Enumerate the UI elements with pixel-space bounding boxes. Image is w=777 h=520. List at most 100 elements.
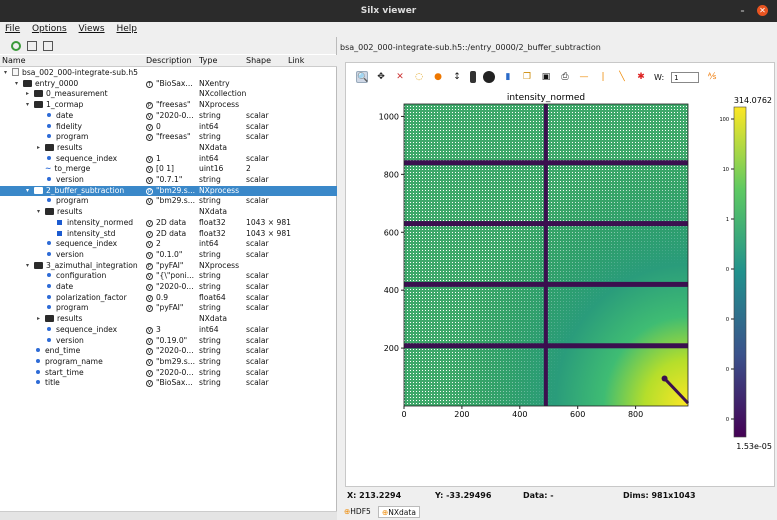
attribute-icon: V xyxy=(146,369,153,377)
description-text: "0.1.0" xyxy=(156,249,183,259)
menu-file[interactable]: File xyxy=(5,24,20,34)
col-type[interactable]: Type xyxy=(199,56,217,65)
expand-arrow-icon[interactable]: ▾ xyxy=(37,207,40,218)
tab-hdf5[interactable]: ⊕HDF5 xyxy=(341,506,374,518)
y-tick-label: 800 xyxy=(384,170,399,179)
tree-row[interactable]: ▾ entry_0000 T "BioSax... NXentry xyxy=(0,79,337,90)
expand-arrow-icon[interactable]: ▾ xyxy=(26,100,29,111)
folder-icon xyxy=(34,101,43,109)
tree-row[interactable]: ▾ 1_cormap P "freesas" NXprocess xyxy=(0,100,337,111)
tree-row[interactable]: title V "BioSax... string scalar xyxy=(0,378,337,389)
tree-item-shape: 1043 × 981 xyxy=(246,217,292,227)
keep-aspect-icon[interactable] xyxy=(470,71,476,83)
tree-item-type: string xyxy=(199,132,221,142)
menu-views[interactable]: Views xyxy=(79,24,105,34)
tree-row[interactable]: intensity_std V 2D data float32 1043 × 981 xyxy=(0,229,337,240)
print-icon[interactable]: ⎙ xyxy=(559,71,571,83)
tree-item-type: string xyxy=(199,356,221,366)
col-shape[interactable]: Shape xyxy=(246,56,271,65)
expand-arrow-icon[interactable]: ▾ xyxy=(26,186,29,197)
menu-bar: File Options Views Help xyxy=(0,22,777,37)
tree-row[interactable]: ~ to_merge V [0 1] uint16 2 xyxy=(0,164,337,175)
hline-icon[interactable]: — xyxy=(578,71,590,83)
tree-row[interactable]: version V "0.19.0" string scalar xyxy=(0,336,337,347)
menu-help[interactable]: Help xyxy=(116,24,137,34)
tab-nxdata[interactable]: ⊕NXdata xyxy=(378,506,420,518)
tree-row[interactable]: date V "2020-0... string scalar xyxy=(0,111,337,122)
aspect-icon[interactable]: ● xyxy=(432,71,444,83)
collapse-arrow-icon[interactable]: ▸ xyxy=(37,314,40,325)
tree-row[interactable]: sequence_index V 1 int64 scalar xyxy=(0,154,337,165)
tree-row[interactable]: fidelity V 0 int64 scalar xyxy=(0,122,337,133)
tree-row[interactable]: intensity_normed V 2D data float32 1043 × 98… xyxy=(0,218,337,229)
tree-row[interactable]: configuration V "{\"poni... string scalar xyxy=(0,271,337,282)
cross-icon[interactable]: ✱ xyxy=(635,71,647,83)
tree-item-description: V "2020-0... xyxy=(146,346,194,357)
tree-row[interactable]: version V "0.7.1" string scalar xyxy=(0,175,337,186)
zoom-icon[interactable]: 🔍 xyxy=(356,71,368,83)
tree-row[interactable]: ▾ 2_buffer_subtraction P "bm29.s... NXproces… xyxy=(0,185,337,197)
tree-row[interactable]: program_name V "bm29.s... string scalar xyxy=(0,357,337,368)
tree-item-type: float64 xyxy=(199,292,226,302)
tree-row[interactable]: version V "0.1.0" string scalar xyxy=(0,250,337,261)
tree-item-description: V 2D data xyxy=(146,229,186,240)
tree-item-description: P "freesas" xyxy=(146,100,191,111)
tree-item-type: int64 xyxy=(199,239,219,249)
expand-all-icon[interactable] xyxy=(27,40,37,51)
tree-item-name: sequence_index xyxy=(45,239,117,250)
histogram-icon[interactable]: ▮ xyxy=(502,71,514,83)
heatmap-plot[interactable]: intensity_normed 0 200 400 600 800 200 400 600 80… xyxy=(346,87,776,487)
minimize-button[interactable]: – xyxy=(737,5,748,16)
vline-icon[interactable]: | xyxy=(597,71,609,83)
pan-icon[interactable]: ✥ xyxy=(375,71,387,83)
tree-row[interactable]: program V "bm29.s... string scalar xyxy=(0,196,337,207)
tree-row[interactable]: sequence_index V 3 int64 scalar xyxy=(0,325,337,336)
tree-item-description: V "bm29.s... xyxy=(146,357,195,368)
close-button[interactable]: ✕ xyxy=(757,5,768,16)
profile-icon[interactable]: ⅍ xyxy=(706,71,718,83)
save-icon[interactable]: ▣ xyxy=(540,71,552,83)
menu-options[interactable]: Options xyxy=(32,24,67,34)
collapse-arrow-icon[interactable]: ▸ xyxy=(26,89,29,100)
tree-row[interactable]: ▸ results NXdata xyxy=(0,143,337,154)
col-description[interactable]: Description xyxy=(146,56,192,65)
tree-row[interactable]: ▾ 3_azimuthal_integration P "pyFAI" NXproces… xyxy=(0,261,337,272)
tree-row[interactable]: ▾ results NXdata xyxy=(0,207,337,218)
tree-row[interactable]: polarization_factor V 0.9 float64 scalar xyxy=(0,293,337,304)
tree-item-name: entry_0000 xyxy=(23,79,78,90)
tree-row[interactable]: ▸ 0_measurement NXcollection xyxy=(0,89,337,100)
tree-item-shape: scalar xyxy=(246,153,269,163)
scalar-icon xyxy=(36,348,40,353)
col-link[interactable]: Link xyxy=(288,56,304,65)
tree-item-type: float32 xyxy=(199,228,226,238)
expand-arrow-icon[interactable]: ▾ xyxy=(4,68,7,79)
expand-arrow-icon[interactable]: ▾ xyxy=(15,79,18,90)
tree-row[interactable]: end_time V "2020-0... string scalar xyxy=(0,346,337,357)
scalar-icon xyxy=(47,241,51,246)
tree-item-label: results xyxy=(57,314,83,324)
tree-row[interactable]: date V "2020-0... string scalar xyxy=(0,282,337,293)
copy-icon[interactable]: ❐ xyxy=(521,71,533,83)
tree-item-label: 3_azimuthal_integration xyxy=(46,260,138,270)
y-axis-icon[interactable]: ↕ xyxy=(451,71,463,83)
tree-row[interactable]: sequence_index V 2 int64 scalar xyxy=(0,239,337,250)
tree-row[interactable]: program V "pyFAI" string scalar xyxy=(0,303,337,314)
tree-item-label: configuration xyxy=(56,271,107,281)
width-input[interactable]: 1 xyxy=(671,71,700,83)
tree-row[interactable]: start_time V "2020-0... string scalar xyxy=(0,368,337,379)
tree-row[interactable]: ▾ bsa_002_000-integrate-sub.h5 xyxy=(0,68,337,79)
collapse-all-icon[interactable] xyxy=(43,40,53,51)
collapse-arrow-icon[interactable]: ▸ xyxy=(37,143,40,154)
mask-icon[interactable] xyxy=(483,71,495,83)
refresh-icon[interactable] xyxy=(11,40,21,51)
colorbar-max-label: 314.0762 xyxy=(734,96,772,105)
reset-zoom-icon[interactable]: ✕ xyxy=(394,71,406,83)
expand-arrow-icon[interactable]: ▾ xyxy=(26,261,29,272)
colormap-icon[interactable]: ◌ xyxy=(413,71,425,83)
line-icon[interactable]: ╲ xyxy=(616,71,628,83)
status-bar: X: 213.2294 Y: -33.29496 Data: - Dims: 9… xyxy=(345,488,775,504)
col-name[interactable]: Name xyxy=(2,56,26,65)
horizontal-scrollbar[interactable] xyxy=(0,511,337,520)
tree-row[interactable]: program V "freesas" string scalar xyxy=(0,132,337,143)
tree-row[interactable]: ▸ results NXdata xyxy=(0,314,337,325)
